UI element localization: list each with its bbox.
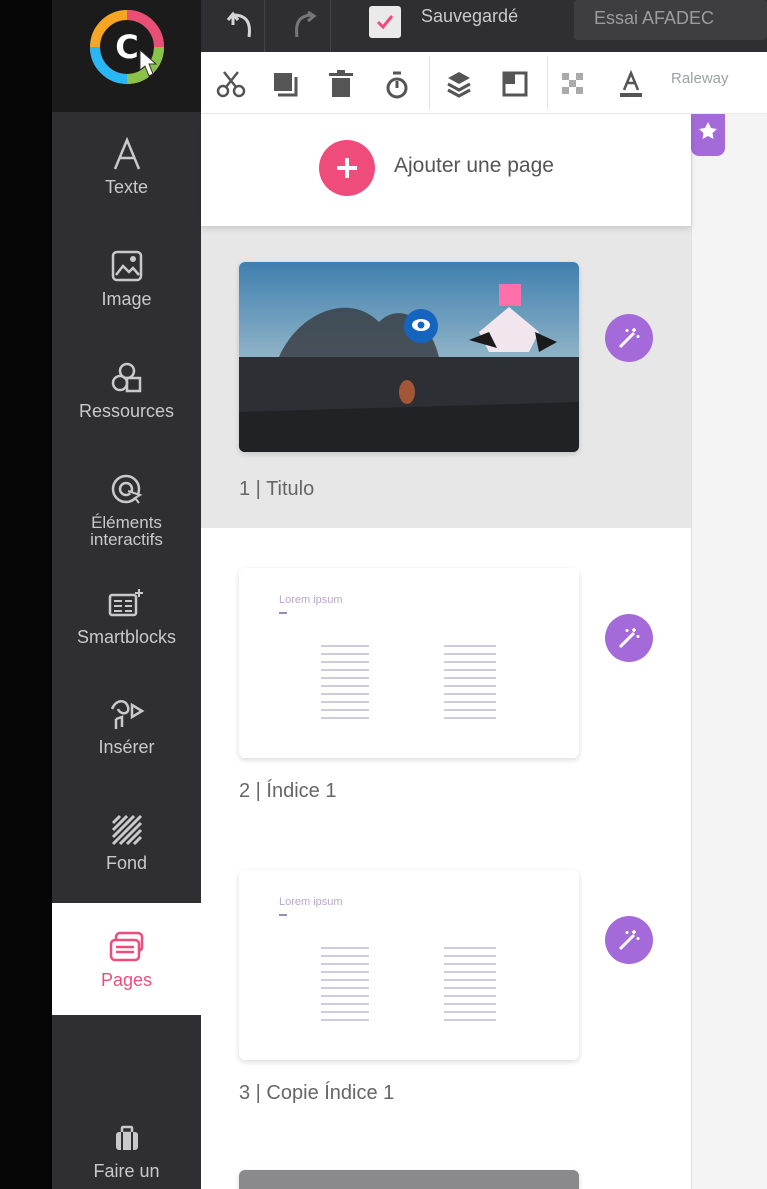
saved-checkbox	[369, 6, 401, 38]
toolbar-divider	[429, 56, 430, 110]
check-icon	[376, 15, 394, 30]
checkerboard-icon	[562, 73, 583, 94]
page-thumbnail-partial[interactable]	[239, 1170, 579, 1189]
toolbar-divider	[547, 56, 548, 110]
insert-media-icon	[107, 694, 147, 734]
page-label: 3 | Copie Índice 1	[239, 1082, 395, 1104]
canvas-tag[interactable]	[691, 114, 725, 156]
svg-text:C: C	[115, 28, 138, 66]
sidebar-item-fond[interactable]: Fond	[52, 810, 201, 892]
font-select[interactable]: Raleway	[671, 70, 729, 87]
page-thumbnail[interactable]: Lorem ipsum	[239, 568, 579, 758]
sidebar-item-smartblocks[interactable]: Smartblocks	[52, 584, 201, 666]
magic-wand-button[interactable]	[605, 314, 653, 362]
image-icon	[107, 246, 147, 286]
sidebar-item-label: Faire un	[93, 1161, 160, 1181]
sidebar-item-label: Insérer	[98, 737, 155, 757]
logo-area: C	[52, 0, 201, 112]
pages-panel: Ajouter une page 1 | Titulo Lorem ipsum …	[201, 114, 691, 1189]
suitcase-icon	[107, 1118, 147, 1158]
interactive-cursor-icon	[107, 470, 147, 510]
undo-icon	[226, 11, 251, 38]
sidebar-item-faire-un[interactable]: Faire un	[52, 1118, 201, 1189]
edit-toolbar: Raleway	[201, 52, 767, 114]
transparency-button[interactable]	[553, 64, 593, 104]
undo-button[interactable]	[215, 0, 265, 52]
shapes-icon	[107, 358, 147, 398]
layers-icon	[447, 72, 471, 98]
plus-icon	[337, 158, 357, 178]
duplicate-button[interactable]	[265, 64, 305, 104]
sidebar-item-elements-interactifs[interactable]: Éléments interactifs	[52, 470, 201, 552]
duplicate-icon	[274, 73, 298, 97]
pin-icon	[699, 122, 717, 139]
cut-button[interactable]	[211, 64, 251, 104]
letter-a-icon	[107, 134, 147, 174]
sidebar-item-label: Ressources	[78, 401, 175, 421]
sidebar-item-image[interactable]: Image	[52, 246, 201, 328]
page-item[interactable]: 1 | Titulo	[201, 226, 691, 528]
add-page-bar: Ajouter une page	[201, 114, 691, 226]
add-page-button[interactable]	[319, 140, 375, 196]
app-logo[interactable]: C	[90, 10, 164, 84]
magic-wand-button[interactable]	[605, 614, 653, 662]
add-page-label[interactable]: Ajouter une page	[394, 154, 554, 178]
sidebar-item-ressources[interactable]: Ressources	[52, 358, 201, 440]
thumbnail-lines	[279, 612, 496, 719]
sidebar-item-inserer[interactable]: Insérer	[52, 694, 201, 776]
sidebar-item-texte[interactable]: Texte	[52, 134, 201, 216]
delete-button[interactable]	[321, 64, 361, 104]
thumbnail-lines	[279, 914, 496, 1021]
layers-button[interactable]	[439, 64, 479, 104]
page-item[interactable]: Lorem ipsum 3 | Copie Índice 1	[201, 830, 691, 1130]
sidebar-item-pages[interactable]: Pages	[52, 903, 201, 1015]
sidebar: C Texte Image Ressources Éléments intera…	[52, 0, 201, 1189]
saved-status: Sauvegardé	[421, 6, 519, 26]
text-color-icon	[620, 69, 642, 97]
photo-thumbnail	[239, 262, 579, 452]
sidebar-item-label: Fond	[105, 853, 148, 873]
magic-wand-icon	[618, 628, 640, 649]
page-thumbnail[interactable]	[239, 262, 579, 452]
magic-wand-icon	[618, 328, 640, 349]
redo-icon	[294, 11, 317, 38]
crop-frame-icon	[502, 71, 528, 97]
document-title[interactable]: Essai AFADEC	[574, 0, 767, 40]
sidebar-item-label: Texte	[104, 177, 149, 197]
canvas-area[interactable]	[691, 114, 767, 1189]
pages-icon	[107, 927, 147, 967]
magic-wand-icon	[618, 930, 640, 951]
magic-wand-button[interactable]	[605, 916, 653, 964]
redo-button[interactable]	[281, 0, 331, 52]
page-thumbnail[interactable]: Lorem ipsum	[239, 870, 579, 1060]
trash-icon	[329, 70, 353, 97]
text-color-button[interactable]	[611, 64, 651, 104]
top-bar: Sauvegardé Essai AFADEC	[201, 0, 767, 52]
opacity-button[interactable]	[377, 64, 417, 104]
opacity-icon	[386, 71, 408, 99]
background-pattern-icon	[107, 810, 147, 850]
smartblock-icon	[107, 584, 147, 624]
sidebar-item-label: Pages	[100, 970, 153, 990]
scissors-icon	[216, 71, 246, 98]
left-black-strip	[0, 0, 52, 1189]
page-item[interactable]: Lorem ipsum 2 | Índice 1	[201, 528, 691, 830]
crop-button[interactable]	[495, 64, 535, 104]
sidebar-item-label: Image	[101, 289, 152, 309]
sidebar-item-label: Éléments interactifs	[90, 513, 163, 549]
sidebar-item-label: Smartblocks	[76, 627, 177, 647]
page-label: 1 | Titulo	[239, 478, 315, 500]
page-label: 2 | Índice 1	[239, 780, 337, 802]
